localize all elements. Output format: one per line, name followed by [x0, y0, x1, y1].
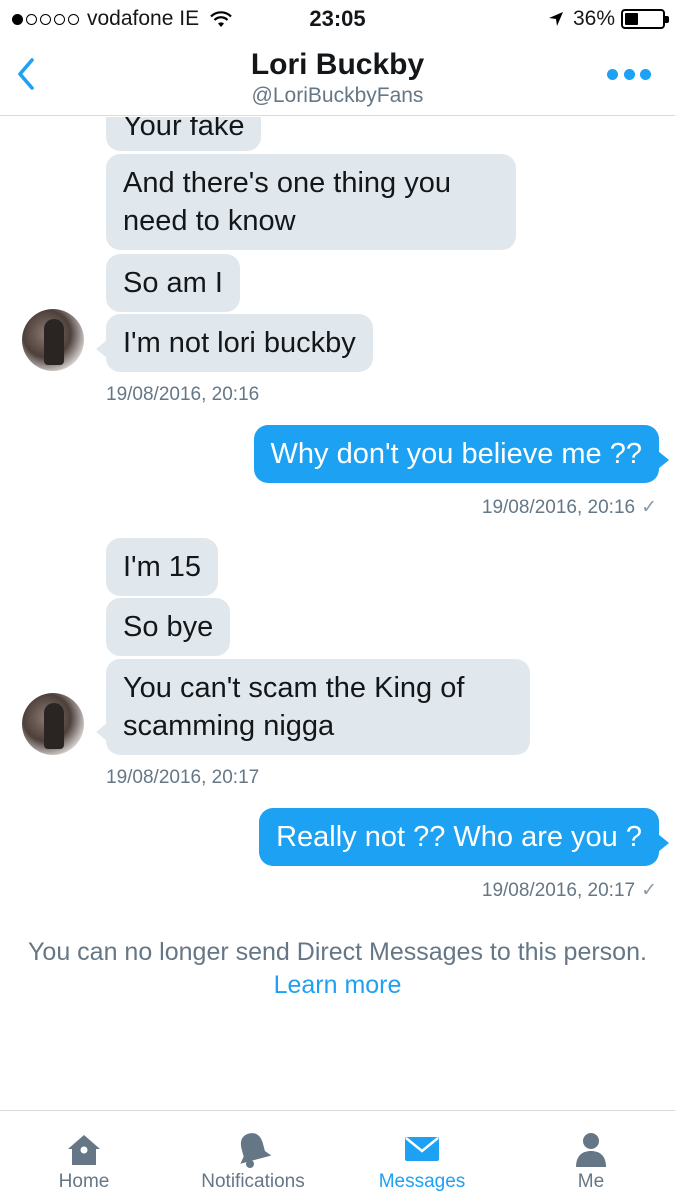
- message-bubble-outgoing: Really not ?? Who are you ?: [259, 808, 669, 866]
- blocked-notice: You can no longer send Direct Messages t…: [0, 936, 675, 1002]
- home-icon: [68, 1135, 100, 1165]
- message-bubble-incoming: I'm 15: [106, 538, 219, 596]
- status-right: 36%: [547, 7, 669, 31]
- message-bubble-incoming: You can't scam the King of scamming nigg…: [96, 659, 530, 755]
- message-thread[interactable]: Your fake And there's one thing you need…: [0, 117, 675, 1110]
- tab-label: Messages: [378, 1171, 466, 1192]
- more-dot-icon: [623, 68, 635, 80]
- message-bubble-incoming: Your fake: [106, 117, 262, 151]
- person-icon: [576, 1133, 606, 1167]
- tab-home[interactable]: Home: [0, 1111, 168, 1200]
- contact-avatar[interactable]: [22, 309, 84, 371]
- message-bubble-incoming: So bye: [106, 598, 231, 656]
- tab-notifications[interactable]: Notifications: [169, 1111, 337, 1200]
- battery-level: [625, 13, 638, 25]
- more-options-button[interactable]: [607, 66, 651, 82]
- tab-messages[interactable]: Messages: [338, 1111, 506, 1200]
- tab-me[interactable]: Me: [507, 1111, 675, 1200]
- more-dot-icon: [640, 68, 651, 80]
- message-timestamp-outgoing: 19/08/2016, 20:17 ✓: [482, 879, 657, 902]
- contact-name: Lori Buckby: [250, 48, 425, 81]
- tab-bar: Home Notifications Messages Me: [0, 1110, 675, 1200]
- status-bar: vodafone IE 23:05 36%: [0, 0, 675, 40]
- location-arrow-icon: [548, 12, 563, 26]
- timestamp-text: 19/08/2016, 20:16: [481, 497, 636, 518]
- more-dot-icon: [607, 68, 618, 80]
- envelope-icon: [405, 1137, 439, 1161]
- checkmark-icon: ✓: [641, 880, 657, 901]
- learn-more-link[interactable]: Learn more: [274, 971, 402, 999]
- message-bubble-outgoing: Why don't you believe me ??: [253, 425, 670, 483]
- message-timestamp-outgoing: 19/08/2016, 20:16 ✓: [482, 496, 657, 519]
- message-timestamp: 19/08/2016, 20:17: [106, 767, 260, 788]
- conversation-header: Lori Buckby @LoriBuckbyFans: [0, 40, 675, 116]
- message-timestamp: 19/08/2016, 20:16: [106, 384, 260, 405]
- message-bubble-incoming: And there's one thing you need to know: [106, 154, 516, 250]
- bell-icon: [240, 1133, 272, 1168]
- blocked-notice-text: You can no longer send Direct Messages t…: [28, 938, 647, 966]
- contact-avatar[interactable]: [22, 693, 84, 755]
- timestamp-text: 19/08/2016, 20:17: [481, 880, 636, 901]
- battery-icon: [621, 9, 669, 29]
- message-bubble-incoming: I'm not lori buckby: [96, 314, 373, 372]
- checkmark-icon: ✓: [641, 497, 657, 518]
- tab-label: Home: [58, 1171, 110, 1192]
- battery-percent: 36%: [572, 7, 615, 30]
- tab-label: Me: [577, 1171, 605, 1192]
- tab-label: Notifications: [201, 1171, 305, 1192]
- contact-handle: @LoriBuckbyFans: [251, 84, 424, 107]
- message-bubble-incoming: So am I: [106, 254, 240, 312]
